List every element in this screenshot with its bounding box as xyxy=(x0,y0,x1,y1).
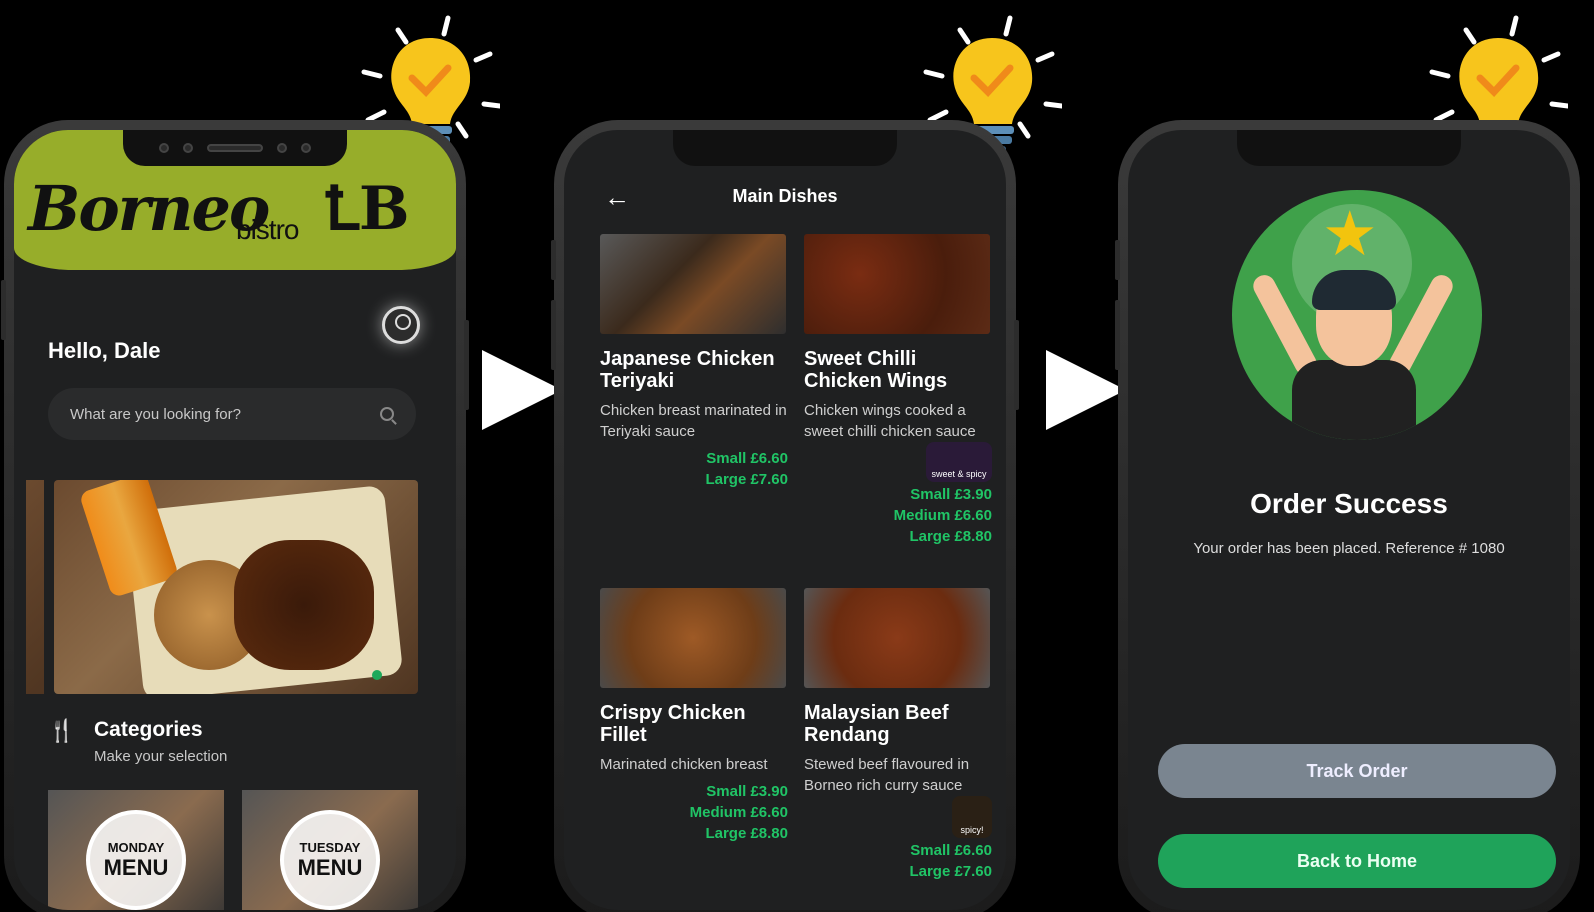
dish-image xyxy=(804,588,990,688)
spicy-badge: spicy! xyxy=(952,796,992,838)
search-placeholder: What are you looking for? xyxy=(70,405,241,423)
dish-card[interactable]: Japanese Chicken Teriyaki Chicken breast… xyxy=(600,234,788,490)
menu-day: TUESDAY xyxy=(299,839,361,855)
menu-badge: TUESDAY MENU xyxy=(280,810,380,910)
phone-order-success-screen: ★ Order Success Your order has been plac… xyxy=(1115,120,1580,912)
dish-prices: Small £3.90 Medium £6.60 Large £8.80 xyxy=(804,484,992,547)
speaker-icon xyxy=(207,144,263,152)
dish-description: Chicken breast marinated in Teriyaki sau… xyxy=(600,402,787,440)
dish-description: Marinated chicken breast xyxy=(600,756,768,773)
back-to-home-button[interactable]: Back to Home xyxy=(1158,834,1556,888)
success-title: Order Success xyxy=(1250,488,1448,519)
dish-card[interactable]: Malaysian Beef Rendang Stewed beef flavo… xyxy=(804,588,992,882)
person-body xyxy=(1292,360,1416,440)
sensor-icon xyxy=(301,143,311,153)
dish-name: Sweet Chilli Chicken Wings xyxy=(804,348,948,392)
screen: ★ Order Success Your order has been plac… xyxy=(1128,130,1570,910)
carousel-prev-peek[interactable] xyxy=(26,480,44,694)
profile-avatar-icon[interactable] xyxy=(382,306,420,344)
phone-side-button xyxy=(464,320,469,410)
price-medium: Medium £6.60 xyxy=(689,804,788,821)
search-input[interactable]: What are you looking for? xyxy=(48,388,416,440)
phone-side-button xyxy=(1115,240,1120,280)
top-bar: Main Dishes xyxy=(564,176,1006,216)
phone-notch xyxy=(123,130,347,166)
drink-can xyxy=(78,480,180,599)
price-large: Large £8.80 xyxy=(909,528,992,545)
search-icon[interactable] xyxy=(380,407,394,421)
dish-image xyxy=(804,234,990,334)
dish-image xyxy=(600,234,786,334)
categories-title: Categories xyxy=(94,718,203,741)
menu-badge: MONDAY MENU xyxy=(86,810,186,910)
logo-mark: ꝈB xyxy=(324,174,410,244)
star-icon: ★ xyxy=(1322,200,1378,269)
price-small: Small £3.90 xyxy=(706,783,788,800)
phone-side-button xyxy=(1014,320,1019,410)
category-card-tuesday[interactable]: TUESDAY MENU xyxy=(242,790,418,910)
camera-icon xyxy=(183,143,193,153)
greeting: Hello, Dale xyxy=(48,338,161,363)
sensor-icon xyxy=(277,143,287,153)
dish-prices: Small £3.90 Medium £6.60 Large £8.80 xyxy=(600,781,788,844)
price-small: Small £6.60 xyxy=(910,842,992,859)
category-card-monday[interactable]: MONDAY MENU xyxy=(48,790,224,910)
dish-prices: Small £6.60 Large £7.60 xyxy=(600,448,788,490)
dish-card[interactable]: Crispy Chicken Fillet Marinated chicken … xyxy=(600,588,788,844)
price-small: Small £3.90 xyxy=(910,486,992,503)
price-medium: Medium £6.60 xyxy=(893,507,992,524)
dish-name: Crispy Chicken Fillet xyxy=(600,702,746,746)
price-large: Large £8.80 xyxy=(705,825,788,842)
flow-arrow-icon xyxy=(1046,350,1126,430)
price-large: Large £7.60 xyxy=(705,471,788,488)
screen: Borneo bistro ꝈB Hello, Dale What are yo… xyxy=(14,130,456,910)
phone-side-button xyxy=(551,240,556,280)
price-small: Small £6.60 xyxy=(706,450,788,467)
success-message: Your order has been placed. Reference # … xyxy=(1193,540,1505,557)
phone-home-screen: Borneo bistro ꝈB Hello, Dale What are yo… xyxy=(1,120,469,912)
page-title: Main Dishes xyxy=(732,185,838,206)
dish-description: Chicken wings cooked a sweet chilli chic… xyxy=(804,402,976,440)
phone-notch xyxy=(1237,130,1461,166)
cutlery-icon: 🍴 xyxy=(48,718,76,743)
logo-text: Borneo xyxy=(28,172,270,245)
menu-label: MENU xyxy=(103,854,169,880)
brand-header: Borneo bistro ꝈB xyxy=(14,130,456,270)
dish-card[interactable]: Sweet Chilli Chicken Wings Chicken wings… xyxy=(804,234,992,547)
carousel-indicator[interactable] xyxy=(372,670,382,680)
dish-description: Stewed beef flavoured in Borneo rich cur… xyxy=(804,756,970,794)
noodles-teriyaki xyxy=(234,540,374,670)
screen: ← Main Dishes Japanese Chicken Teriyaki … xyxy=(564,130,1006,910)
dish-name: Malaysian Beef Rendang xyxy=(804,702,949,746)
menu-label: MENU xyxy=(297,854,363,880)
phone-side-button xyxy=(1115,300,1120,370)
dish-name: Japanese Chicken Teriyaki xyxy=(600,348,775,392)
dish-image xyxy=(600,588,786,688)
phone-main-dishes-screen: ← Main Dishes Japanese Chicken Teriyaki … xyxy=(551,120,1019,912)
person-hair xyxy=(1312,270,1396,310)
phone-side-button xyxy=(1,280,6,340)
promo-banner[interactable] xyxy=(54,480,418,694)
price-large: Large £7.60 xyxy=(909,863,992,880)
dish-prices: Small £6.60 Large £7.60 xyxy=(804,840,992,882)
categories-subtitle: Make your selection xyxy=(94,748,228,765)
flow-arrow-icon xyxy=(482,350,562,430)
logo-subtext: bistro xyxy=(236,214,299,245)
phone-notch xyxy=(673,130,897,166)
success-illustration: ★ xyxy=(1232,190,1482,440)
menu-day: MONDAY xyxy=(107,839,165,855)
track-order-button[interactable]: Track Order xyxy=(1158,744,1556,798)
sweet-spicy-badge: sweet & spicy xyxy=(926,442,992,482)
camera-icon xyxy=(159,143,169,153)
phone-side-button xyxy=(551,300,556,370)
